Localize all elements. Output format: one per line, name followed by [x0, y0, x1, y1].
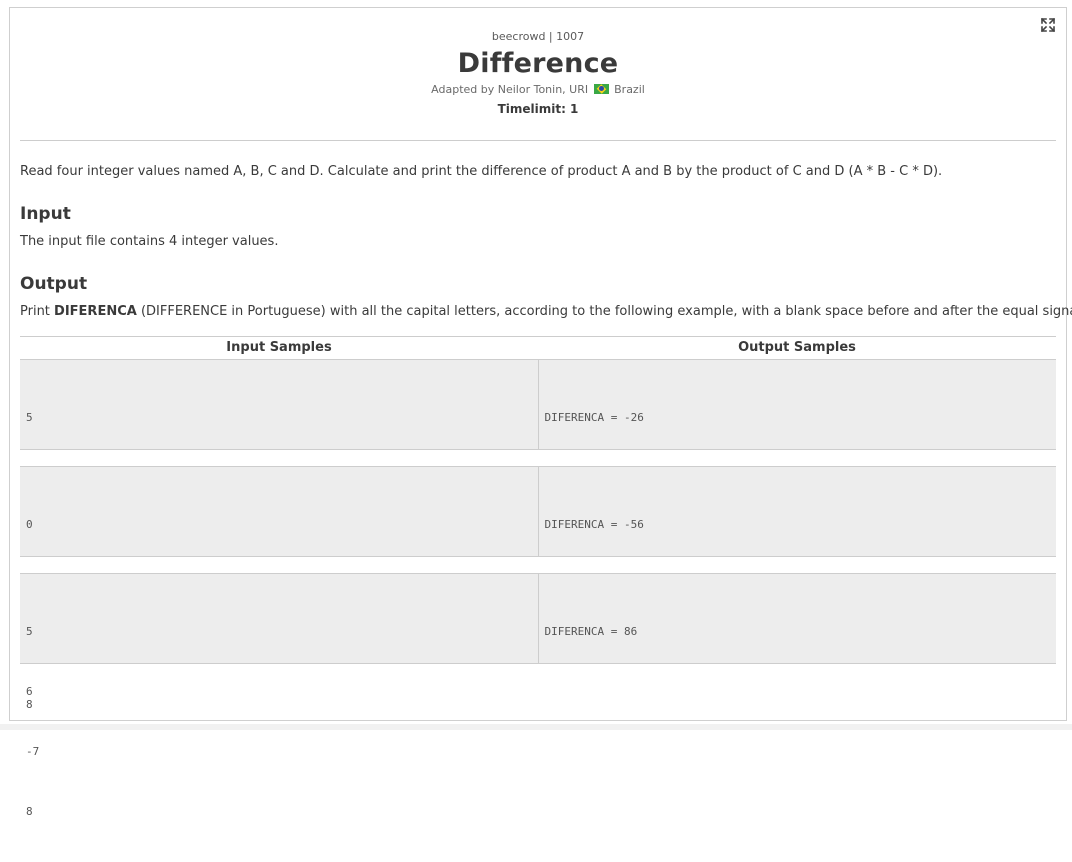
sample-row: 5 6 -7 8 DIFERENCA = 86 [20, 573, 1057, 818]
sample-input-line: 6 [26, 685, 33, 698]
output-text-start: Print [20, 304, 55, 319]
sample-input-line: -7 [26, 745, 40, 758]
divider [20, 140, 1056, 141]
output-text: Print DIFERENCA (DIFFERENCE in Portugues… [20, 303, 1072, 321]
output-text-end: (DIFFERENCE in Portuguese) with all the … [136, 304, 1072, 319]
sample-input-line: 5 [26, 411, 33, 424]
input-heading: Input [20, 204, 71, 224]
problem-description: Read four integer values named A, B, C a… [20, 164, 943, 179]
problem-header: beecrowd | 1007 Difference Adapted by Ne… [20, 30, 1056, 117]
output-heading: Output [20, 274, 88, 294]
sample-output-line: DIFERENCA = -56 [544, 518, 644, 531]
author-text: Adapted by Neilor Tonin, URI [431, 83, 589, 96]
sample-output: DIFERENCA = -26 [539, 360, 1057, 449]
sample-output: DIFERENCA = -56 [539, 467, 1057, 556]
country-text: Brazil [614, 83, 645, 96]
sample-input: 0 0 7 8 [20, 467, 539, 711]
sample-input-line: 8 [26, 805, 33, 818]
samples-header: Input Samples Output Samples [20, 336, 1056, 359]
page-footer-strip [0, 724, 1072, 730]
sample-input: 5 6 7 8 [20, 360, 539, 604]
sample-input: 5 6 -7 8 [20, 574, 539, 818]
page-title: Difference [457, 48, 619, 79]
output-samples-header: Output Samples [738, 340, 856, 355]
sample-output-line: DIFERENCA = 86 [544, 625, 638, 638]
author-line: Adapted by Neilor Tonin, URI Brazil [20, 83, 1056, 97]
problem-panel: beecrowd | 1007 Difference Adapted by Ne… [9, 7, 1072, 818]
sample-row: 0 0 7 8 DIFERENCA = -56 [20, 466, 1057, 711]
sample-output: DIFERENCA = 86 [539, 574, 1057, 663]
brazil-flag-icon [593, 84, 609, 94]
sample-row: 5 6 7 8 DIFERENCA = -26 [20, 359, 1057, 604]
sample-input-line: 5 [26, 625, 33, 638]
output-keyword: DIFERENCA [54, 304, 137, 319]
sample-input-line: 0 [26, 518, 33, 531]
input-text: The input file contains 4 integer values… [20, 234, 279, 249]
problem-id: beecrowd | 1007 [491, 30, 585, 43]
sample-output-line: DIFERENCA = -26 [544, 411, 644, 424]
timelimit: Timelimit: 1 [497, 102, 579, 116]
input-samples-header: Input Samples [226, 340, 332, 355]
